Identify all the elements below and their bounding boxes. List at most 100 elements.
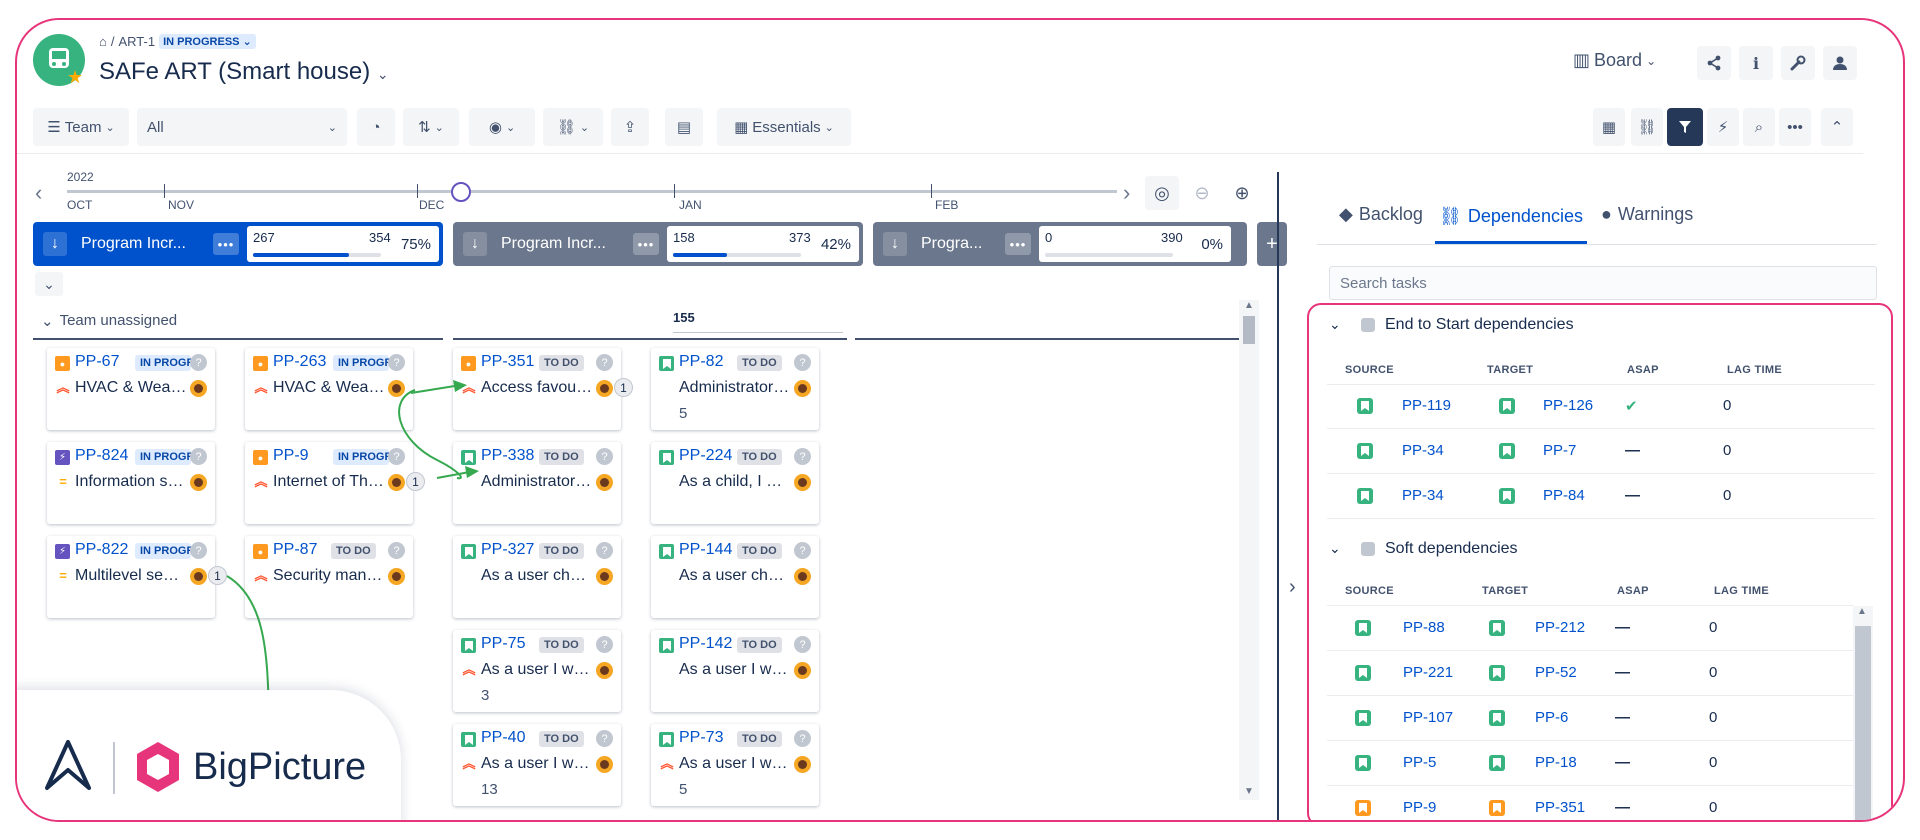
source-key[interactable]: PP-221 [1403, 664, 1453, 681]
dash-icon[interactable]: — [1615, 709, 1630, 726]
collapse-up-icon[interactable]: ⌃ [1821, 108, 1853, 146]
scroll-down-icon[interactable]: ▼ [1244, 786, 1254, 797]
zoom-in-icon[interactable]: ⊕ [1225, 176, 1259, 210]
scroll-up-icon[interactable]: ▲ [1857, 606, 1867, 617]
story-type-icon [1357, 443, 1373, 459]
search-input[interactable]: Search tasks [1329, 266, 1877, 300]
lag-time[interactable]: 0 [1723, 442, 1731, 459]
board-icon: ▥ [1573, 50, 1591, 70]
dependency-type-icon [1361, 542, 1375, 556]
tab-warnings[interactable]: ● Warnings [1601, 204, 1693, 225]
search-icon[interactable]: ⌕ [1743, 108, 1775, 146]
link-icon: ⛓ [1439, 206, 1462, 226]
dash-icon[interactable]: — [1625, 442, 1640, 459]
check-icon[interactable]: ✔ [1625, 397, 1638, 415]
more-icon[interactable]: ••• [1779, 108, 1811, 146]
dependency-row[interactable]: PP-119 PP-126 ✔ 0 [1327, 384, 1875, 429]
lag-time[interactable]: 0 [1709, 664, 1717, 681]
timeline-next-icon[interactable]: › [1123, 180, 1130, 206]
lag-time[interactable]: 0 [1723, 397, 1731, 414]
calendar-icon[interactable]: ▦ [1593, 108, 1625, 146]
story-type-icon [1499, 443, 1515, 459]
story-type-icon [1489, 620, 1505, 636]
section-end-to-start: End to Start dependencies [1385, 316, 1574, 333]
increment-progress: 0 390 0% [1039, 226, 1231, 262]
source-key[interactable]: PP-119 [1402, 397, 1451, 414]
brand-name: BigPicture [193, 746, 367, 788]
idea-type-icon [1355, 800, 1371, 816]
warning-icon: ● [1601, 204, 1612, 224]
wrench-icon[interactable] [1781, 46, 1815, 80]
view-switcher[interactable]: ▥ Board ⌄ [1573, 50, 1656, 71]
lag-time[interactable]: 0 [1709, 709, 1717, 726]
story-type-icon [1355, 620, 1371, 636]
source-key[interactable]: PP-9 [1403, 799, 1436, 816]
lag-time[interactable]: 0 [1709, 619, 1717, 636]
idea-type-icon [1489, 800, 1505, 816]
section-soft: Soft dependencies [1385, 540, 1518, 557]
collapse-panel-icon[interactable]: › [1289, 576, 1296, 599]
app-root: ★ ⌂ / ART-1 IN PROGRESS ⌄ SAFe ART (Smar… [17, 20, 1903, 820]
story-type-icon [1499, 398, 1515, 414]
scroll-up-icon[interactable]: ▲ [1244, 300, 1254, 311]
dependency-row[interactable]: PP-9 PP-351 — 0 [1327, 786, 1853, 820]
story-type-icon [1489, 710, 1505, 726]
dependency-link-icon[interactable]: ⛓ [1631, 108, 1663, 146]
dependency-row[interactable]: PP-5 PP-18 — 0 [1327, 741, 1853, 786]
dash-icon[interactable]: — [1615, 619, 1630, 636]
dash-icon[interactable]: — [1625, 487, 1640, 504]
source-key[interactable]: PP-5 [1403, 754, 1436, 771]
story-type-icon [1355, 710, 1371, 726]
panel-scrollbar[interactable]: ▲ [1853, 606, 1873, 820]
brand-logo-icon [45, 740, 91, 790]
story-type-icon [1499, 488, 1515, 504]
app-frame: ★ ⌂ / ART-1 IN PROGRESS ⌄ SAFe ART (Smar… [15, 18, 1905, 822]
story-type-icon [1357, 398, 1373, 414]
target-icon[interactable]: ◎ [1145, 176, 1179, 210]
dependency-row[interactable]: PP-107 PP-6 — 0 [1327, 696, 1853, 741]
chevron-down-icon[interactable]: ⌄ [1329, 540, 1341, 557]
target-key[interactable]: PP-7 [1543, 442, 1576, 459]
target-key[interactable]: PP-84 [1543, 487, 1585, 504]
target-key[interactable]: PP-351 [1535, 799, 1585, 816]
dependency-row[interactable]: PP-34 PP-7 — 0 [1327, 429, 1875, 474]
dependency-row[interactable]: PP-88 PP-212 — 0 [1327, 606, 1853, 651]
dash-icon[interactable]: — [1615, 754, 1630, 771]
lightning-icon[interactable]: ⚡ [1707, 108, 1739, 146]
dependency-type-icon [1361, 318, 1375, 332]
target-key[interactable]: PP-52 [1535, 664, 1577, 681]
target-key[interactable]: PP-6 [1535, 709, 1568, 726]
lag-time[interactable]: 0 [1723, 487, 1731, 504]
story-type-icon [1357, 488, 1373, 504]
scroll-thumb[interactable] [1855, 626, 1871, 820]
dash-icon[interactable]: — [1615, 799, 1630, 816]
chevron-down-icon[interactable]: ⌄ [1329, 316, 1341, 333]
dependency-row[interactable]: PP-34 PP-84 — 0 [1327, 474, 1875, 519]
target-key[interactable]: PP-126 [1543, 397, 1593, 414]
tab-dependencies[interactable]: ⛓ Dependencies [1435, 192, 1587, 244]
dependency-row[interactable]: PP-221 PP-52 — 0 [1327, 651, 1853, 696]
panel-splitter[interactable] [1277, 172, 1279, 820]
zoom-out-icon[interactable]: ⊖ [1185, 176, 1219, 210]
filter-icon[interactable] [1667, 108, 1703, 146]
arrowhead-icon [465, 466, 479, 478]
source-key[interactable]: PP-107 [1403, 709, 1453, 726]
source-key[interactable]: PP-88 [1403, 619, 1445, 636]
dash-icon[interactable]: — [1615, 664, 1630, 681]
info-icon[interactable]: i [1739, 46, 1773, 80]
board-scrollbar[interactable]: ▲ ▼ [1239, 300, 1259, 800]
soft-rows-viewport: PP-88 PP-212—0 PP-221 PP-52—0 PP-107 PP-6—0 PP… [1327, 606, 1853, 820]
share-icon[interactable] [1697, 46, 1731, 80]
add-increment-button[interactable]: + [1257, 222, 1287, 266]
source-key[interactable]: PP-34 [1402, 442, 1444, 459]
user-icon[interactable] [1823, 46, 1857, 80]
tab-backlog[interactable]: ◆ Backlog [1339, 204, 1423, 225]
story-type-icon [1355, 755, 1371, 771]
source-key[interactable]: PP-34 [1402, 487, 1444, 504]
lag-time[interactable]: 0 [1709, 799, 1717, 816]
target-key[interactable]: PP-212 [1535, 619, 1585, 636]
lag-time[interactable]: 0 [1709, 754, 1717, 771]
target-key[interactable]: PP-18 [1535, 754, 1577, 771]
brand-badge: BigPicture [17, 690, 401, 820]
scroll-thumb[interactable] [1243, 316, 1255, 344]
